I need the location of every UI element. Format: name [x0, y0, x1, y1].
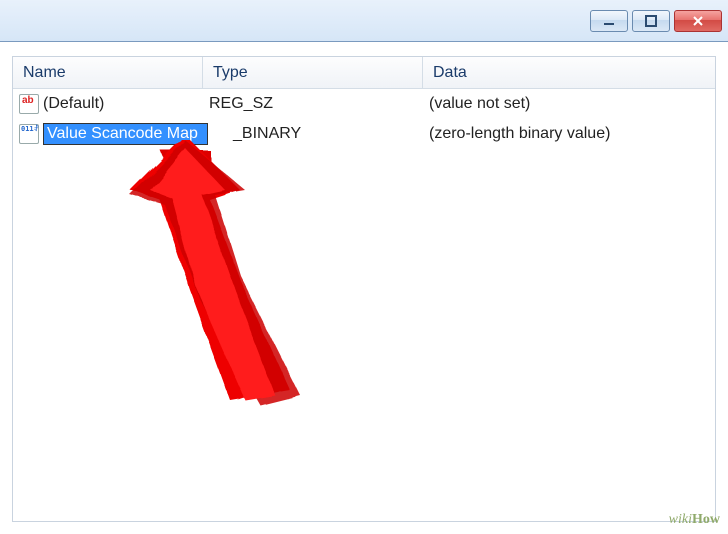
column-header-data[interactable]: Data — [423, 57, 715, 88]
registry-value-row[interactable]: _BINARY (zero-length binary value) — [13, 119, 715, 149]
close-icon — [692, 15, 704, 27]
close-button[interactable] — [674, 10, 722, 32]
column-header-row: Name Type Data — [13, 57, 715, 89]
column-header-name[interactable]: Name — [13, 57, 203, 88]
value-type-label: _BINARY — [203, 125, 423, 143]
maximize-button[interactable] — [632, 10, 670, 32]
value-rename-input[interactable] — [43, 123, 208, 145]
registry-values-panel: Name Type Data (Default) REG_SZ (value n… — [12, 56, 716, 522]
registry-value-row[interactable]: (Default) REG_SZ (value not set) — [13, 89, 715, 119]
reg-sz-icon — [19, 94, 39, 114]
minimize-button[interactable] — [590, 10, 628, 32]
value-type-label: REG_SZ — [203, 95, 423, 113]
value-data-label: (zero-length binary value) — [423, 125, 715, 143]
value-data-label: (value not set) — [423, 95, 715, 113]
minimize-icon — [603, 15, 615, 27]
window-titlebar — [0, 0, 728, 42]
maximize-icon — [645, 15, 657, 27]
column-header-type[interactable]: Type — [203, 57, 423, 88]
watermark: wikiHow — [669, 512, 720, 528]
value-name-label: (Default) — [43, 95, 104, 113]
reg-binary-icon — [19, 124, 39, 144]
